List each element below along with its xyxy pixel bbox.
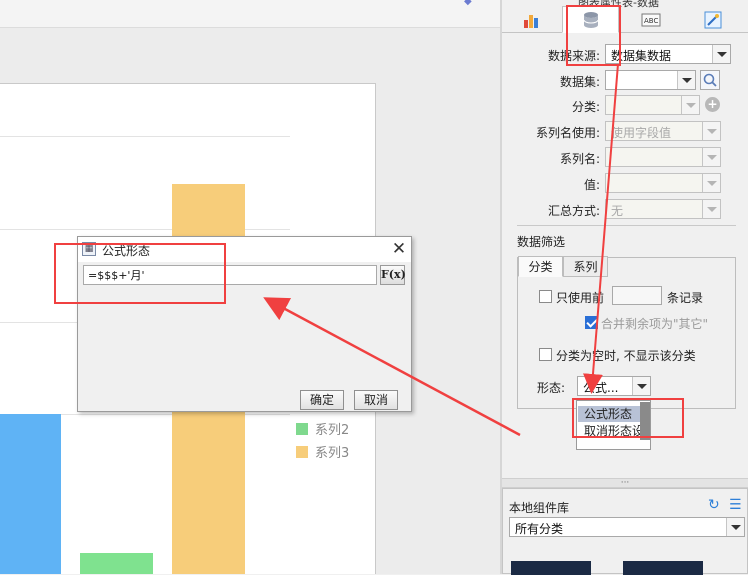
annotation-arrow-left: [263, 297, 521, 437]
annotation-arrow-down: [582, 63, 619, 394]
annotation-arrows: [263, 63, 619, 437]
